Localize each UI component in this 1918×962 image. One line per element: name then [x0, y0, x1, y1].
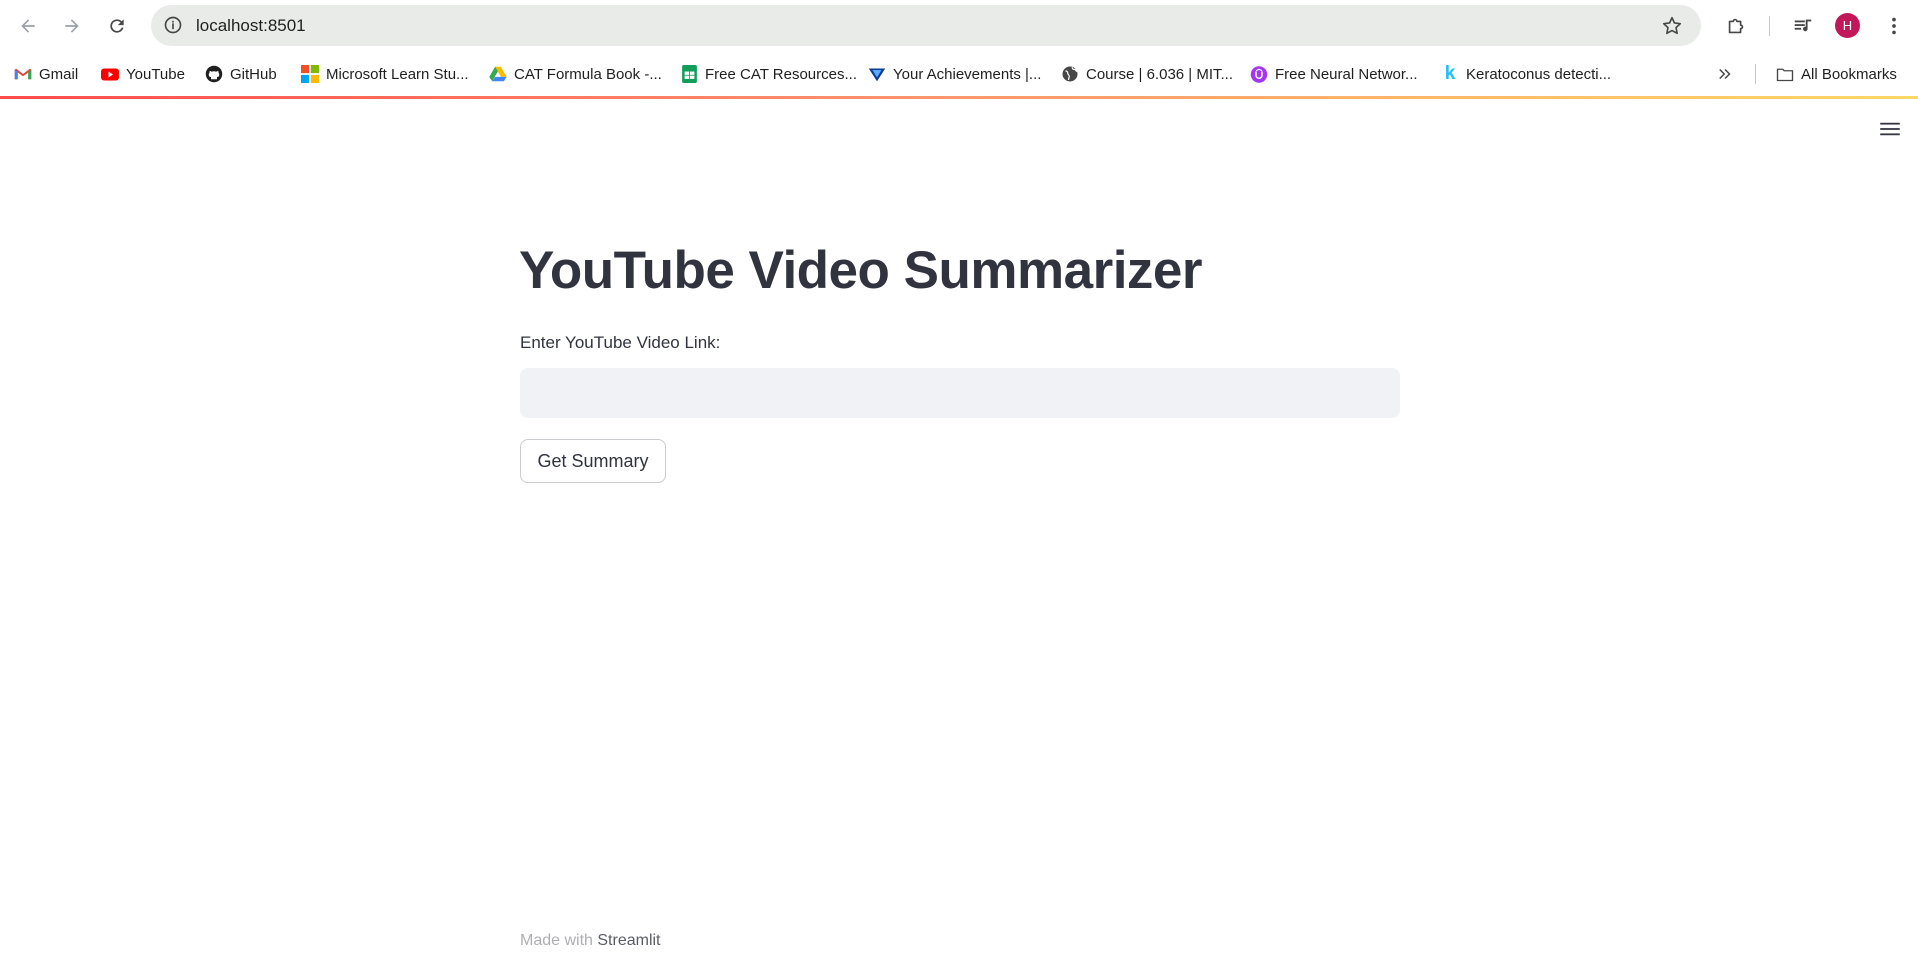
folder-icon	[1776, 65, 1794, 83]
video-link-input[interactable]	[520, 368, 1400, 418]
video-link-label: Enter YouTube Video Link:	[520, 333, 721, 352]
browser-toolbar: localhost:8501 H	[0, 0, 1918, 52]
bookmark-label: Microsoft Learn Stu...	[326, 65, 469, 83]
app-main-menu-button[interactable]	[1875, 118, 1905, 140]
bookmark-your-achievements[interactable]: Your Achievements |...	[868, 61, 1041, 87]
bookmark-label: Keratoconus detecti...	[1466, 65, 1612, 83]
bookmark-label: CAT Formula Book -...	[514, 65, 662, 83]
get-summary-button[interactable]: Get Summary	[520, 439, 666, 483]
udemy-icon	[1250, 65, 1268, 83]
all-bookmarks-button[interactable]: All Bookmarks	[1776, 61, 1897, 87]
star-icon	[1662, 16, 1682, 35]
extensions-button[interactable]	[1721, 11, 1751, 41]
bookmarks-divider	[1755, 64, 1756, 84]
kaggle-icon: k	[1444, 63, 1456, 84]
kebab-menu-icon	[1892, 17, 1896, 35]
media-queue-icon	[1794, 19, 1812, 32]
bookmark-github[interactable]: GitHub	[205, 61, 277, 87]
footer-text: Made with	[520, 932, 598, 949]
info-icon	[164, 16, 182, 34]
bookmarks-overflow-button[interactable]	[1716, 61, 1734, 87]
bookmark-cat-formula-book[interactable]: CAT Formula Book -...	[489, 61, 662, 87]
arrow-left-icon	[21, 19, 35, 33]
media-control-button[interactable]	[1788, 11, 1818, 41]
profile-avatar[interactable]: H	[1835, 13, 1860, 38]
gmail-icon	[14, 65, 32, 83]
browser-menu-button[interactable]	[1879, 11, 1909, 41]
globe-icon	[1061, 65, 1079, 83]
bookmark-youtube[interactable]: YouTube	[101, 61, 185, 87]
puzzle-icon	[1728, 18, 1744, 34]
bookmark-keratoconus[interactable]: k Keratoconus detecti...	[1441, 61, 1611, 87]
bookmark-label: Course | 6.036 | MIT...	[1086, 65, 1234, 83]
all-bookmarks-label: All Bookmarks	[1801, 65, 1897, 83]
arrow-right-icon	[65, 19, 79, 33]
bookmark-label: Gmail	[39, 65, 79, 83]
double-chevron-right-icon	[1716, 65, 1734, 83]
youtube-icon	[101, 65, 119, 83]
streamlit-link[interactable]: Streamlit	[597, 932, 660, 949]
bookmark-mit-course[interactable]: Course | 6.036 | MIT...	[1061, 61, 1233, 87]
bookmark-free-cat-resources[interactable]: Free CAT Resources...	[680, 61, 857, 87]
bookmark-gmail[interactable]: Gmail	[14, 61, 78, 87]
reload-button[interactable]	[101, 10, 133, 42]
reload-icon	[110, 19, 124, 33]
bookmark-star-button[interactable]	[1659, 13, 1685, 39]
back-button[interactable]	[12, 10, 44, 42]
bookmark-label: YouTube	[126, 65, 185, 83]
page-title: YouTube Video Summarizer	[519, 241, 1203, 300]
bookmark-label: GitHub	[230, 65, 277, 83]
github-icon	[205, 65, 223, 83]
bookmark-label: Free CAT Resources...	[705, 65, 857, 83]
google-sheets-icon	[680, 65, 698, 83]
footer: Made with Streamlit	[520, 932, 661, 950]
hamburger-menu-icon	[1880, 122, 1900, 136]
badge-icon	[868, 65, 886, 83]
bookmark-free-neural-networks[interactable]: Free Neural Networ...	[1250, 61, 1418, 87]
site-info-button[interactable]	[159, 11, 187, 39]
toolbar-divider	[1769, 16, 1770, 36]
bookmarks-bar: Gmail YouTube GitHub Microsoft Learn Stu…	[0, 52, 1918, 95]
address-bar[interactable]: localhost:8501	[151, 5, 1701, 46]
bookmark-microsoft-learn[interactable]: Microsoft Learn Stu...	[301, 61, 469, 87]
url-text[interactable]: localhost:8501	[196, 16, 306, 36]
bookmark-label: Your Achievements |...	[893, 65, 1042, 83]
forward-button[interactable]	[56, 10, 88, 42]
bookmark-label: Free Neural Networ...	[1275, 65, 1418, 83]
google-drive-icon	[489, 65, 507, 83]
microsoft-icon	[301, 65, 319, 83]
streamlit-decoration-bar	[0, 96, 1918, 99]
